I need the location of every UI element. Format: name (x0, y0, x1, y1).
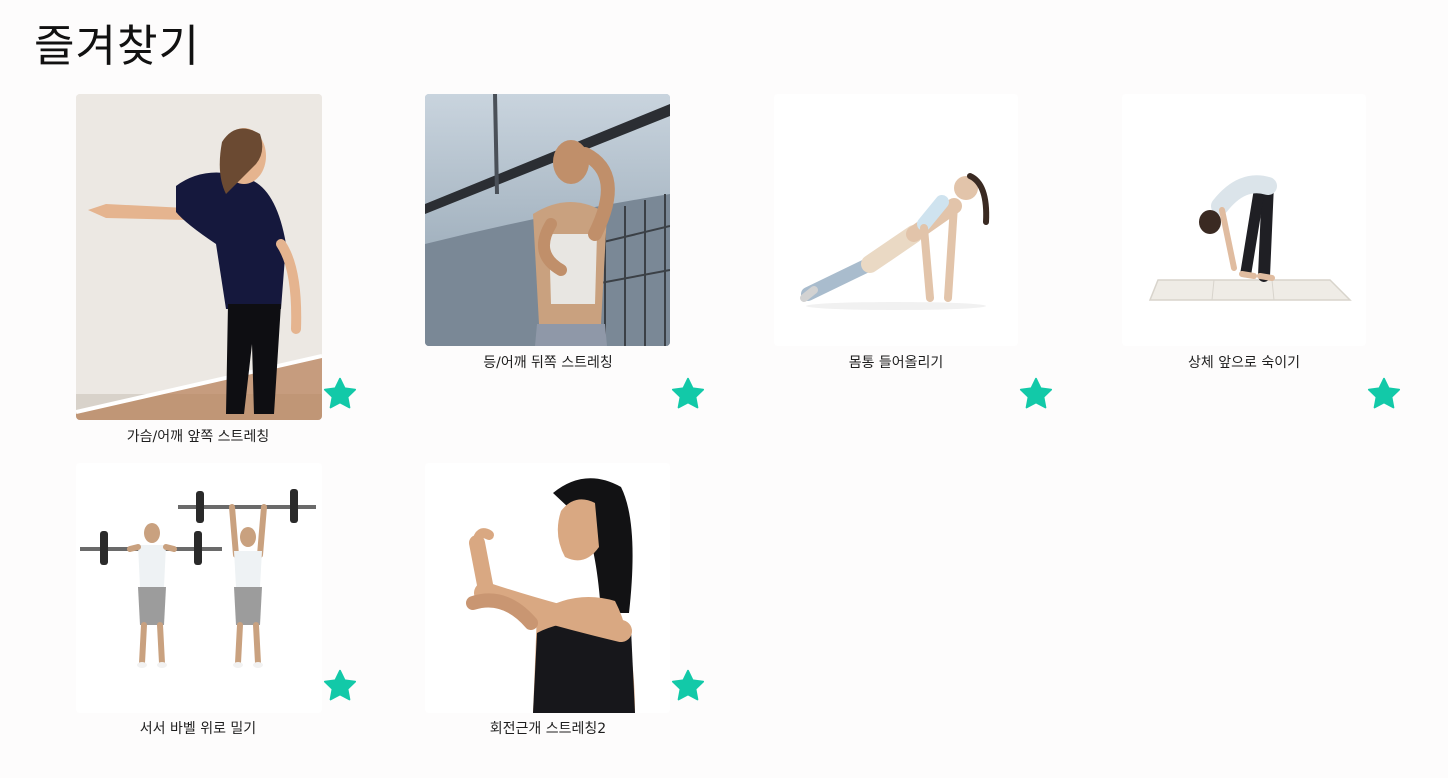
page-title: 즐겨찾기 (34, 21, 200, 72)
star-icon[interactable] (669, 668, 707, 704)
star-icon[interactable] (669, 376, 707, 412)
exercise-image[interactable] (425, 94, 670, 346)
star-icon[interactable] (1365, 376, 1403, 412)
exercise-label: 몸통 들어올리기 (848, 355, 944, 371)
exercise-image[interactable] (774, 94, 1018, 346)
star-icon[interactable] (321, 376, 359, 412)
exercise-label: 서서 바벨 위로 밀기 (139, 721, 257, 737)
star-icon[interactable] (321, 668, 359, 704)
star-icon[interactable] (1017, 376, 1055, 412)
exercise-label: 가슴/어깨 앞쪽 스트레칭 (126, 429, 270, 445)
exercise-label: 회전근개 스트레칭2 (489, 721, 607, 737)
exercise-image[interactable] (425, 463, 670, 713)
exercise-label: 등/어깨 뒤쪽 스트레칭 (483, 355, 613, 371)
exercise-image[interactable] (1122, 94, 1366, 346)
exercise-image[interactable] (76, 463, 322, 713)
exercise-label: 상체 앞으로 숙이기 (1188, 355, 1300, 371)
exercise-image[interactable] (76, 94, 322, 420)
favorites-page: 즐겨찾기 가슴/어깨 앞쪽 스트레칭 등/어깨 뒤쪽 스트레칭 몸통 들어올리기… (0, 0, 1448, 778)
